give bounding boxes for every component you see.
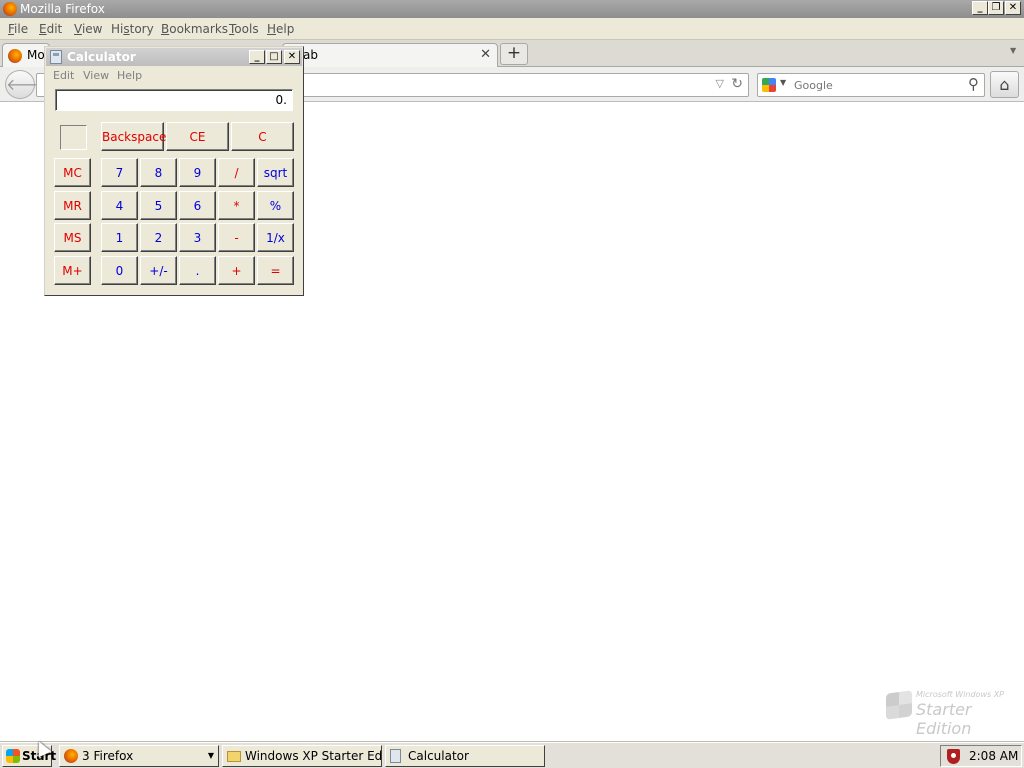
calculator-menu-bar: Edit View Help xyxy=(46,67,302,85)
equals-button[interactable]: = xyxy=(257,256,294,285)
multiply-button[interactable]: * xyxy=(218,191,255,220)
folder-icon xyxy=(227,751,241,762)
calc-minimize-button[interactable]: _ xyxy=(249,50,265,64)
calculator-title-bar[interactable]: Calculator _ □ ✕ xyxy=(46,48,302,66)
menu-view[interactable]: View xyxy=(74,22,102,36)
tray-clock[interactable]: 2:08 AM xyxy=(969,746,1018,766)
minimize-button[interactable]: _ xyxy=(972,1,988,15)
digit-8-button[interactable]: 8 xyxy=(140,158,177,187)
taskbar-calculator-window[interactable]: Calculator xyxy=(385,745,545,767)
taskbar: Start 3 Firefox ▼ Windows XP Starter Edi… xyxy=(0,742,1024,768)
memory-clear-button[interactable]: MC xyxy=(54,158,91,187)
minus-button[interactable]: - xyxy=(218,223,255,252)
close-button[interactable]: ✕ xyxy=(1005,1,1021,15)
menu-edit[interactable]: Edit xyxy=(39,22,62,36)
taskbar-label: 3 Firefox xyxy=(82,749,134,763)
url-history-dropdown-icon[interactable]: ▽ xyxy=(716,77,724,90)
windows-xp-watermark: Microsoft Windows XP Starter Edition xyxy=(886,690,1016,738)
memory-store-button[interactable]: MS xyxy=(54,223,91,252)
firefox-icon xyxy=(3,2,17,16)
digit-5-button[interactable]: 5 xyxy=(140,191,177,220)
memory-add-button[interactable]: M+ xyxy=(54,256,91,285)
reload-icon[interactable]: ↻ xyxy=(731,76,743,92)
system-tray: 2:08 AM xyxy=(940,745,1022,767)
calculator-display: 0. xyxy=(55,89,293,111)
calc-menu-edit[interactable]: Edit xyxy=(53,69,74,82)
calc-menu-help[interactable]: Help xyxy=(117,69,142,82)
search-bar[interactable]: ▼ ⚲ xyxy=(757,73,985,97)
decimal-button[interactable]: . xyxy=(179,256,216,285)
digit-1-button[interactable]: 1 xyxy=(101,223,138,252)
menu-history[interactable]: History xyxy=(111,22,154,36)
calculator-icon xyxy=(390,749,401,763)
calculator-window: Calculator _ □ ✕ Edit View Help 0. Backs… xyxy=(44,46,304,296)
firefox-icon xyxy=(64,749,78,763)
tab-new[interactable]: ab ✕ xyxy=(282,43,498,68)
menu-file[interactable]: File xyxy=(8,22,28,36)
reciprocal-button[interactable]: 1/x xyxy=(257,223,294,252)
google-engine-icon[interactable] xyxy=(762,78,776,92)
security-shield-icon[interactable] xyxy=(947,749,960,764)
menu-tools[interactable]: Tools xyxy=(229,22,259,36)
digit-0-button[interactable]: 0 xyxy=(101,256,138,285)
menu-bookmarks[interactable]: Bookmarks xyxy=(161,22,228,36)
restore-button[interactable]: ❐ xyxy=(988,1,1004,15)
digit-9-button[interactable]: 9 xyxy=(179,158,216,187)
memory-indicator xyxy=(60,125,87,150)
magnifier-icon[interactable]: ⚲ xyxy=(968,75,979,93)
watermark-line2: Starter Edition xyxy=(916,700,972,738)
digit-6-button[interactable]: 6 xyxy=(179,191,216,220)
search-input[interactable] xyxy=(792,76,952,94)
sign-toggle-button[interactable]: +/- xyxy=(140,256,177,285)
digit-3-button[interactable]: 3 xyxy=(179,223,216,252)
digit-7-button[interactable]: 7 xyxy=(101,158,138,187)
firefox-title-bar[interactable]: Mozilla Firefox _ ❐ ✕ xyxy=(0,0,1024,18)
tab-label: ab xyxy=(303,48,318,62)
memory-recall-button[interactable]: MR xyxy=(54,191,91,220)
firefox-icon xyxy=(8,49,22,63)
menu-help[interactable]: Help xyxy=(267,22,294,36)
sqrt-button[interactable]: sqrt xyxy=(257,158,294,187)
back-arrow-icon[interactable]: 🡐 xyxy=(5,70,49,99)
home-icon[interactable]: ⌂ xyxy=(990,71,1019,98)
calc-menu-view[interactable]: View xyxy=(83,69,109,82)
firefox-window-title: Mozilla Firefox xyxy=(20,2,105,16)
taskbar-explorer-window[interactable]: Windows XP Starter Edition xyxy=(222,745,382,767)
windows-flag-icon xyxy=(6,749,20,763)
backspace-button[interactable]: Backspace xyxy=(101,122,166,151)
calculator-icon xyxy=(50,50,62,64)
search-engine-dropdown-icon[interactable]: ▼ xyxy=(780,78,786,87)
tab-close-icon[interactable]: ✕ xyxy=(480,44,491,66)
taskbar-firefox-group[interactable]: 3 Firefox ▼ xyxy=(59,745,219,767)
calc-close-button[interactable]: ✕ xyxy=(284,50,300,64)
calc-maximize-button[interactable]: □ xyxy=(266,50,282,64)
windows-flag-icon xyxy=(886,690,912,720)
group-dropdown-icon: ▼ xyxy=(207,751,214,760)
new-tab-button[interactable]: + xyxy=(500,43,528,65)
plus-button[interactable]: + xyxy=(218,256,255,285)
taskbar-label: Calculator xyxy=(408,749,469,763)
divide-button[interactable]: / xyxy=(218,158,255,187)
taskbar-label: Windows XP Starter Edition xyxy=(245,749,382,763)
calculator-title: Calculator xyxy=(67,50,136,64)
digit-4-button[interactable]: 4 xyxy=(101,191,138,220)
clear-entry-button[interactable]: CE xyxy=(166,122,229,151)
clear-button[interactable]: C xyxy=(231,122,294,151)
firefox-menu-bar: File Edit View History Bookmarks Tools H… xyxy=(0,18,1024,40)
watermark-line1: Microsoft Windows XP xyxy=(916,690,1004,699)
percent-button[interactable]: % xyxy=(257,191,294,220)
tab-list-chevron-icon[interactable]: ▼ xyxy=(1010,46,1016,55)
tab-mozilla[interactable]: Mozil xyxy=(2,43,50,68)
digit-2-button[interactable]: 2 xyxy=(140,223,177,252)
